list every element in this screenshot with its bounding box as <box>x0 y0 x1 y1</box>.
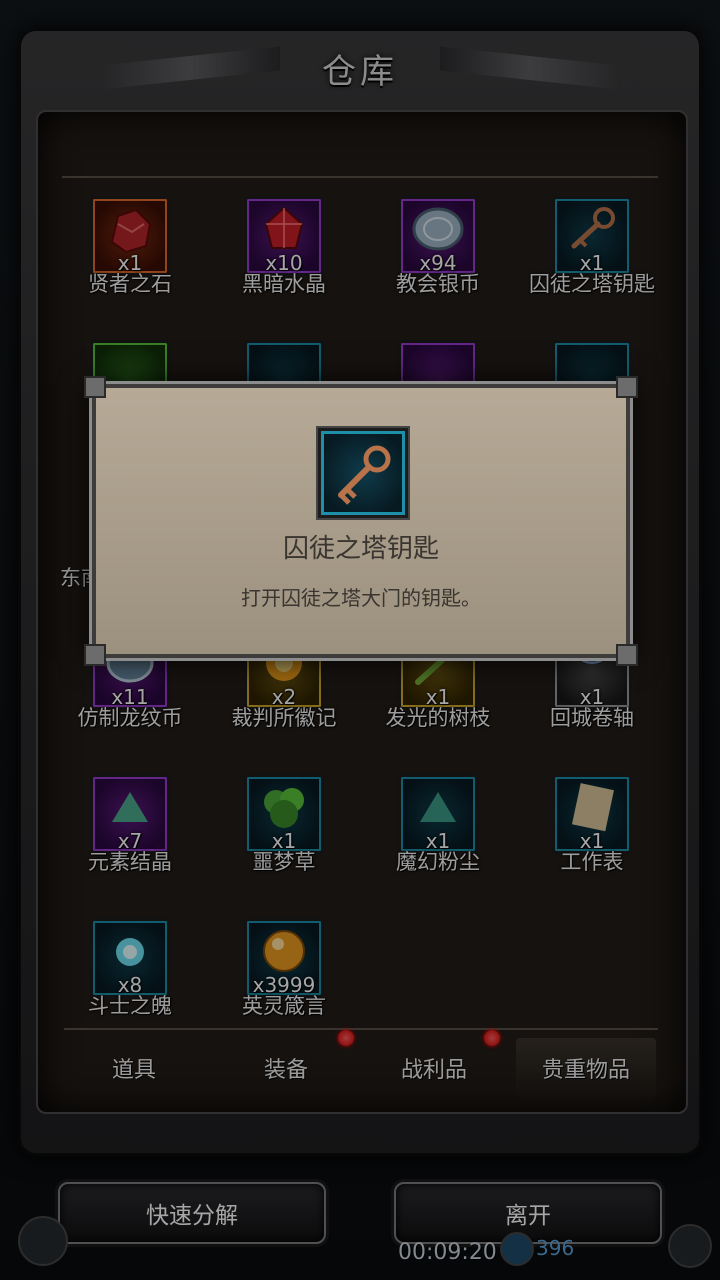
popup-item-description: 打开囚徒之塔大门的钥匙。 <box>241 586 481 610</box>
popup-item-title: 囚徒之塔钥匙 <box>282 534 439 564</box>
item-detail-popup: 囚徒之塔钥匙 打开囚徒之塔大门的钥匙。 <box>84 376 638 666</box>
popup-corner-br <box>616 644 638 666</box>
popup-key-icon <box>318 428 408 518</box>
popup-corner-bl <box>84 644 106 666</box>
popup-corner-tl <box>84 376 106 398</box>
popup-corner-tr <box>616 376 638 398</box>
